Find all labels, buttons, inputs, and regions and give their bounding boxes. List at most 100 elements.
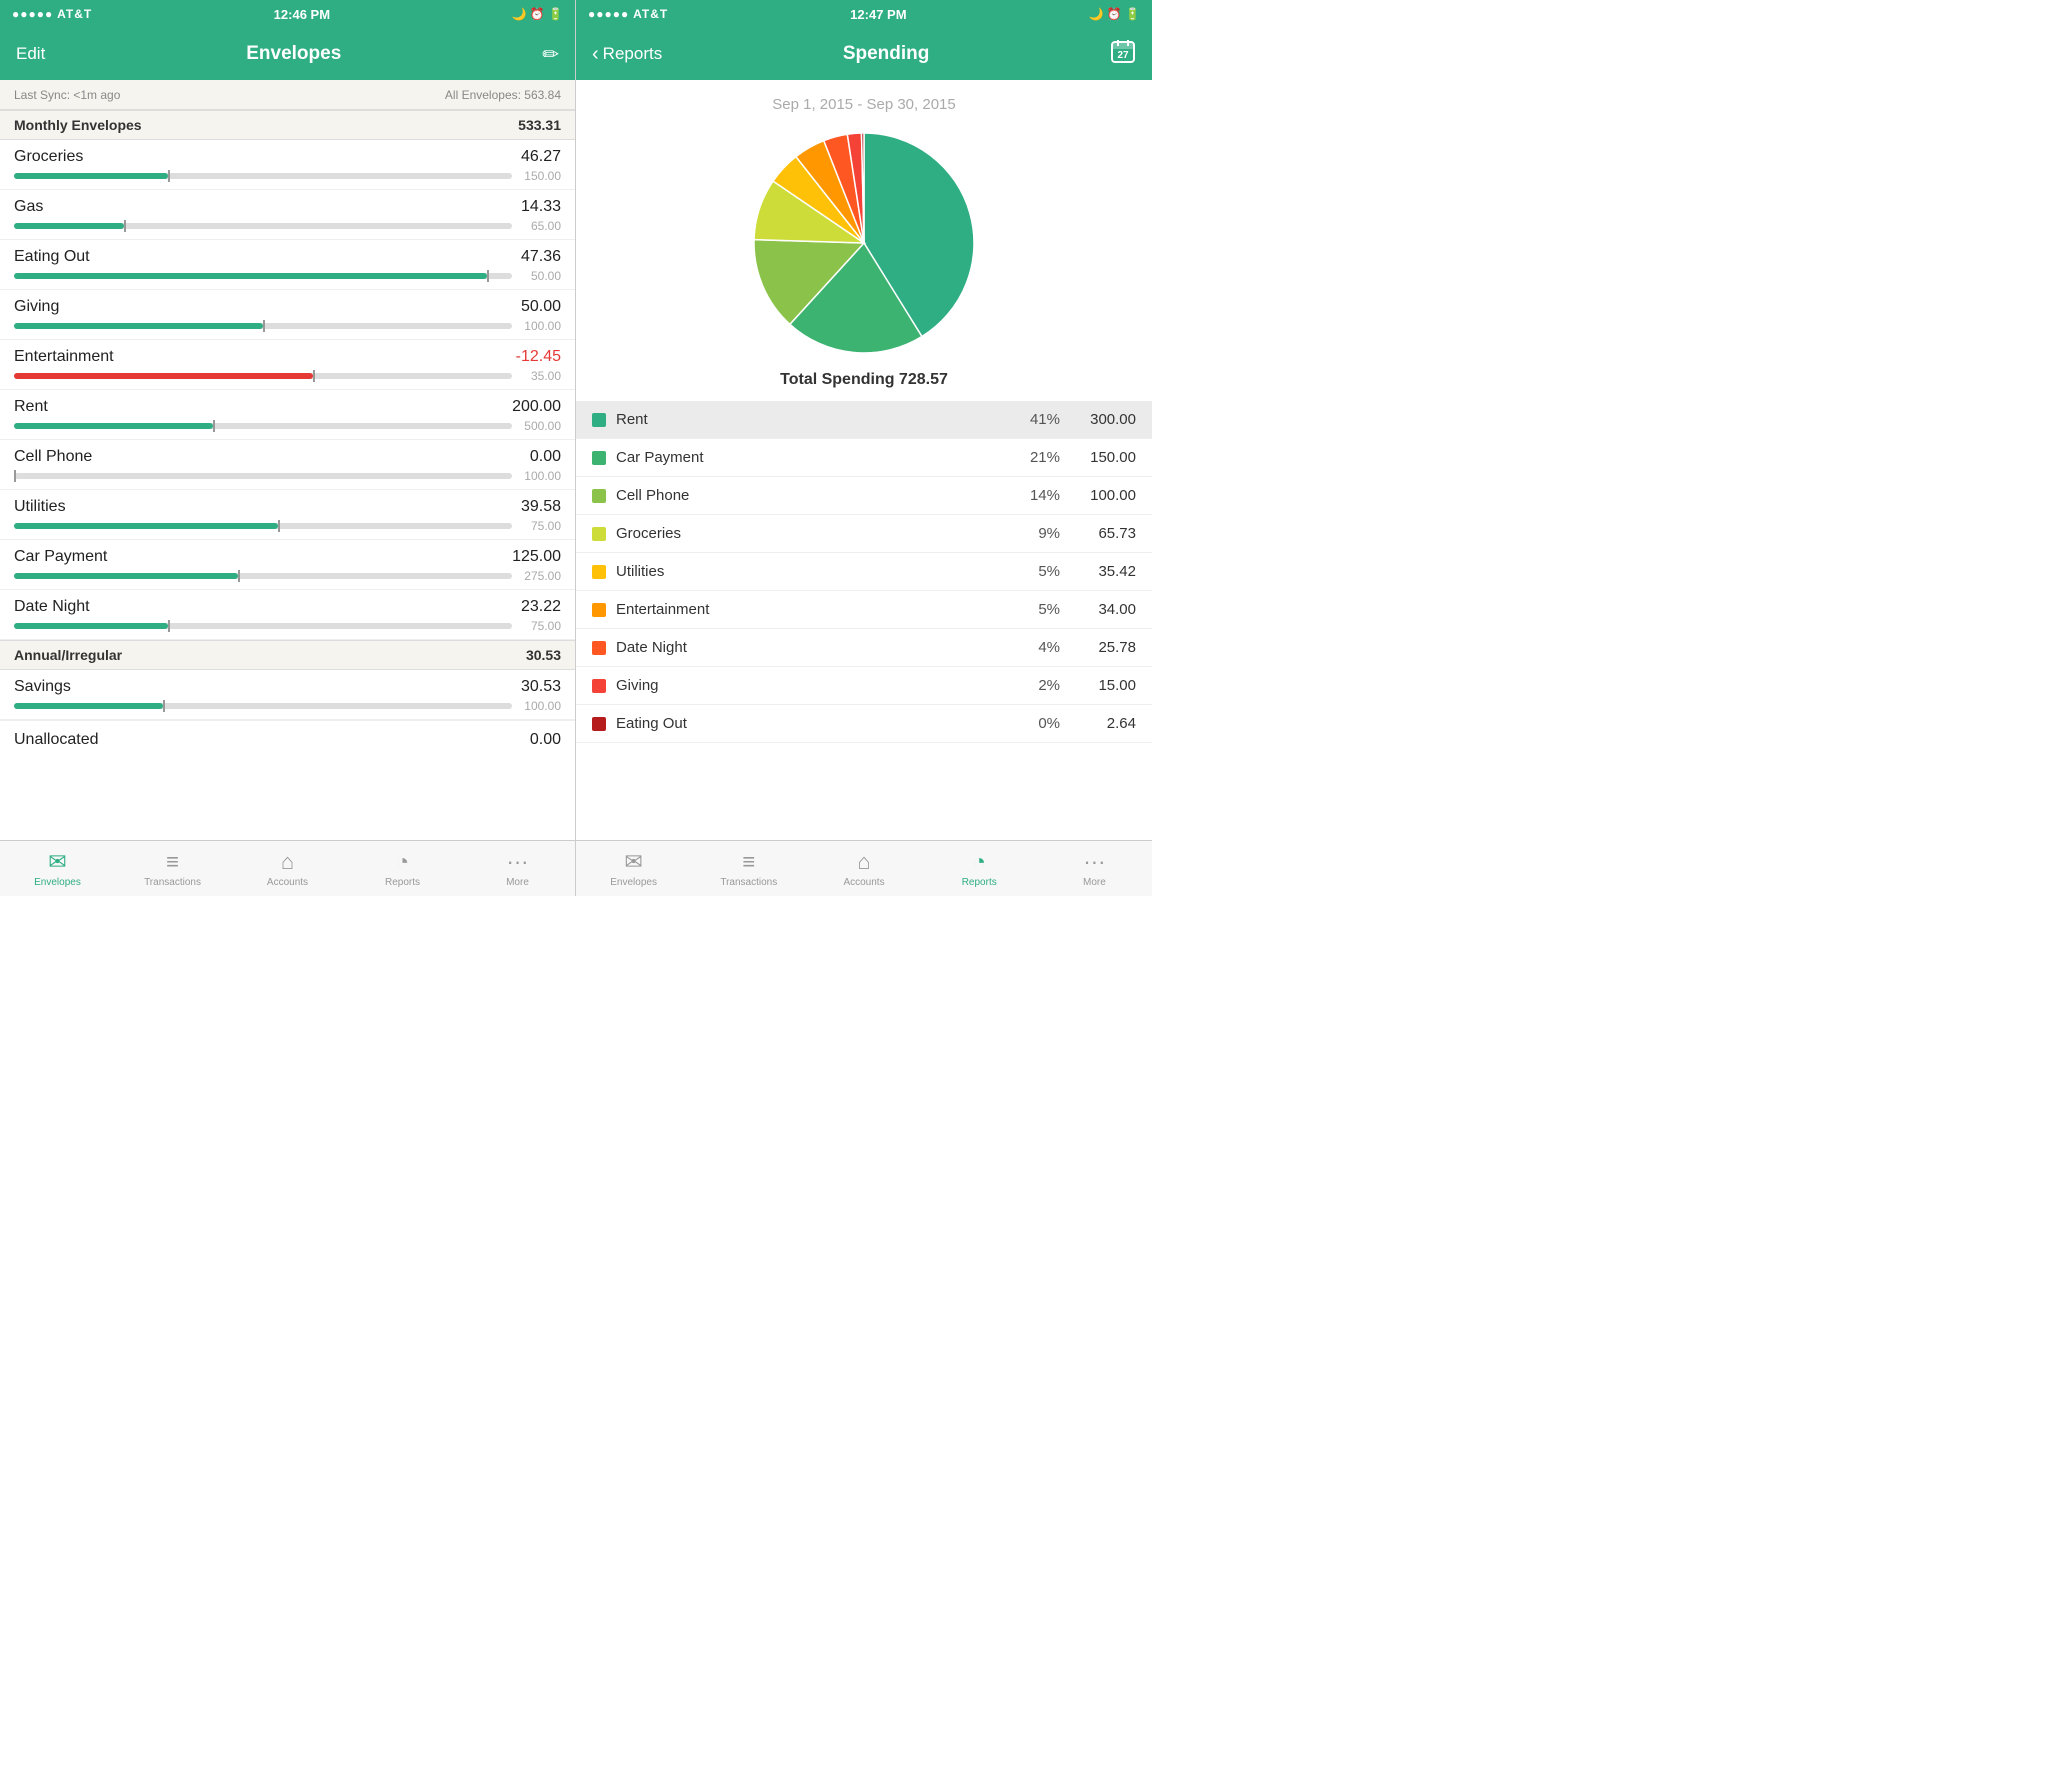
left-carrier: ●●●●● AT&T [12, 7, 92, 21]
list-item[interactable]: Giving 2% 15.00 [576, 667, 1152, 705]
chart-area: Sep 1, 2015 - Sep 30, 2015 Total Spendin… [576, 80, 1152, 401]
accounts-icon: ⌂ [281, 849, 294, 875]
accounts-icon-right: ⌂ [857, 849, 870, 875]
spending-amount: 100.00 [1076, 487, 1136, 504]
spending-pct: 5% [1010, 563, 1060, 580]
env-amount: 50.00 [521, 298, 561, 316]
left-nav-title: Envelopes [246, 43, 341, 65]
spending-pct: 21% [1010, 449, 1060, 466]
env-amount: 39.58 [521, 498, 561, 516]
list-item[interactable]: Utilities 5% 35.42 [576, 553, 1152, 591]
env-amount: 200.00 [512, 398, 561, 416]
list-item[interactable]: Gas 14.33 65.00 [0, 190, 575, 240]
list-item[interactable]: Eating Out 47.36 50.00 [0, 240, 575, 290]
list-item[interactable]: Date Night 23.22 75.00 [0, 590, 575, 640]
spending-pct: 9% [1010, 525, 1060, 542]
list-item[interactable]: Rent 41% 300.00 [576, 401, 1152, 439]
calendar-icon[interactable]: 27 [1110, 38, 1136, 70]
env-budget: 275.00 [516, 569, 561, 583]
tab-transactions-left[interactable]: ≡ Transactions [115, 841, 230, 896]
progress-fill [14, 273, 487, 279]
progress-fill [14, 423, 213, 429]
svg-text:27: 27 [1117, 50, 1129, 61]
left-status-icons: 🌙 ⏰ 🔋 [511, 7, 563, 21]
list-item[interactable]: Eating Out 0% 2.64 [576, 705, 1152, 743]
date-range-label: Sep 1, 2015 - Sep 30, 2015 [772, 96, 955, 113]
env-budget: 35.00 [516, 369, 561, 383]
env-budget: 75.00 [516, 519, 561, 533]
env-budget: 50.00 [516, 269, 561, 283]
env-amount: 23.22 [521, 598, 561, 616]
list-item[interactable]: Cell Phone 14% 100.00 [576, 477, 1152, 515]
progress-track [14, 473, 512, 479]
list-item[interactable]: Car Payment 21% 150.00 [576, 439, 1152, 477]
list-item[interactable]: Rent 200.00 500.00 [0, 390, 575, 440]
spending-amount: 65.73 [1076, 525, 1136, 542]
tab-more-right-label: More [1083, 877, 1106, 888]
edit-button[interactable]: Edit [16, 44, 45, 64]
progress-fill [14, 373, 313, 379]
progress-marker [238, 570, 240, 582]
list-item[interactable]: Savings 30.53 100.00 [0, 670, 575, 720]
list-item[interactable]: Entertainment -12.45 35.00 [0, 340, 575, 390]
left-nav-bar: Edit Envelopes ✏ [0, 28, 575, 80]
tab-accounts-right-label: Accounts [843, 877, 884, 888]
left-status-bar: ●●●●● AT&T 12:46 PM 🌙 ⏰ 🔋 [0, 0, 575, 28]
total-spending-label: Total Spending 728.57 [780, 371, 948, 389]
progress-track [14, 273, 512, 279]
tab-accounts-right[interactable]: ⌂ Accounts [806, 841, 921, 896]
spending-color-indicator [592, 679, 606, 693]
all-envelopes-total: All Envelopes: 563.84 [445, 88, 561, 102]
list-item[interactable]: Groceries 9% 65.73 [576, 515, 1152, 553]
progress-marker [163, 700, 165, 712]
list-item[interactable]: Utilities 39.58 75.00 [0, 490, 575, 540]
tab-envelopes-left-label: Envelopes [34, 877, 81, 888]
left-tab-bar: ✉ Envelopes ≡ Transactions ⌂ Accounts ◔ … [0, 840, 575, 896]
right-status-icons: 🌙 ⏰ 🔋 [1088, 7, 1140, 21]
left-time: 12:46 PM [274, 7, 330, 22]
tab-more-left[interactable]: ··· More [460, 841, 575, 896]
unallocated-row: Unallocated 0.00 [0, 720, 575, 759]
env-amount: 0.00 [530, 448, 561, 466]
sync-status: Last Sync: <1m ago [14, 88, 120, 102]
tab-reports-right[interactable]: ◔ Reports [922, 841, 1037, 896]
transactions-icon: ≡ [166, 849, 179, 875]
progress-track [14, 173, 512, 179]
spending-name: Cell Phone [616, 487, 1010, 504]
tab-more-left-label: More [506, 877, 529, 888]
tab-reports-left[interactable]: ◔ Reports [345, 841, 460, 896]
annual-label: Annual/Irregular [14, 647, 122, 663]
list-item[interactable]: Giving 50.00 100.00 [0, 290, 575, 340]
tab-accounts-left[interactable]: ⌂ Accounts [230, 841, 345, 896]
progress-marker [124, 220, 126, 232]
env-name: Entertainment [14, 348, 114, 366]
env-budget: 100.00 [516, 469, 561, 483]
list-item[interactable]: Groceries 46.27 150.00 [0, 140, 575, 190]
tab-transactions-right-label: Transactions [720, 877, 777, 888]
spending-color-indicator [592, 489, 606, 503]
list-item[interactable]: Car Payment 125.00 275.00 [0, 540, 575, 590]
tab-more-right[interactable]: ··· More [1037, 841, 1152, 896]
list-item[interactable]: Entertainment 5% 34.00 [576, 591, 1152, 629]
monthly-amount: 533.31 [518, 117, 561, 133]
tab-transactions-right[interactable]: ≡ Transactions [691, 841, 806, 896]
spending-color-indicator [592, 641, 606, 655]
spending-list: Rent 41% 300.00 Car Payment 21% 150.00 C… [576, 401, 1152, 840]
back-label: Reports [603, 44, 663, 64]
progress-marker [313, 370, 315, 382]
progress-fill [14, 623, 168, 629]
env-name: Cell Phone [14, 448, 92, 466]
tab-envelopes-left[interactable]: ✉ Envelopes [0, 841, 115, 896]
env-budget: 75.00 [516, 619, 561, 633]
tab-reports-left-label: Reports [385, 877, 420, 888]
back-button[interactable]: ‹ Reports [592, 43, 662, 66]
env-name: Date Night [14, 598, 90, 616]
progress-fill [14, 323, 263, 329]
compose-icon[interactable]: ✏ [542, 42, 559, 67]
right-status-bar: ●●●●● AT&T 12:47 PM 🌙 ⏰ 🔋 [576, 0, 1152, 28]
list-item[interactable]: Date Night 4% 25.78 [576, 629, 1152, 667]
tab-envelopes-right[interactable]: ✉ Envelopes [576, 841, 691, 896]
spending-color-indicator [592, 603, 606, 617]
list-item[interactable]: Cell Phone 0.00 100.00 [0, 440, 575, 490]
unallocated-amount: 0.00 [530, 731, 561, 749]
